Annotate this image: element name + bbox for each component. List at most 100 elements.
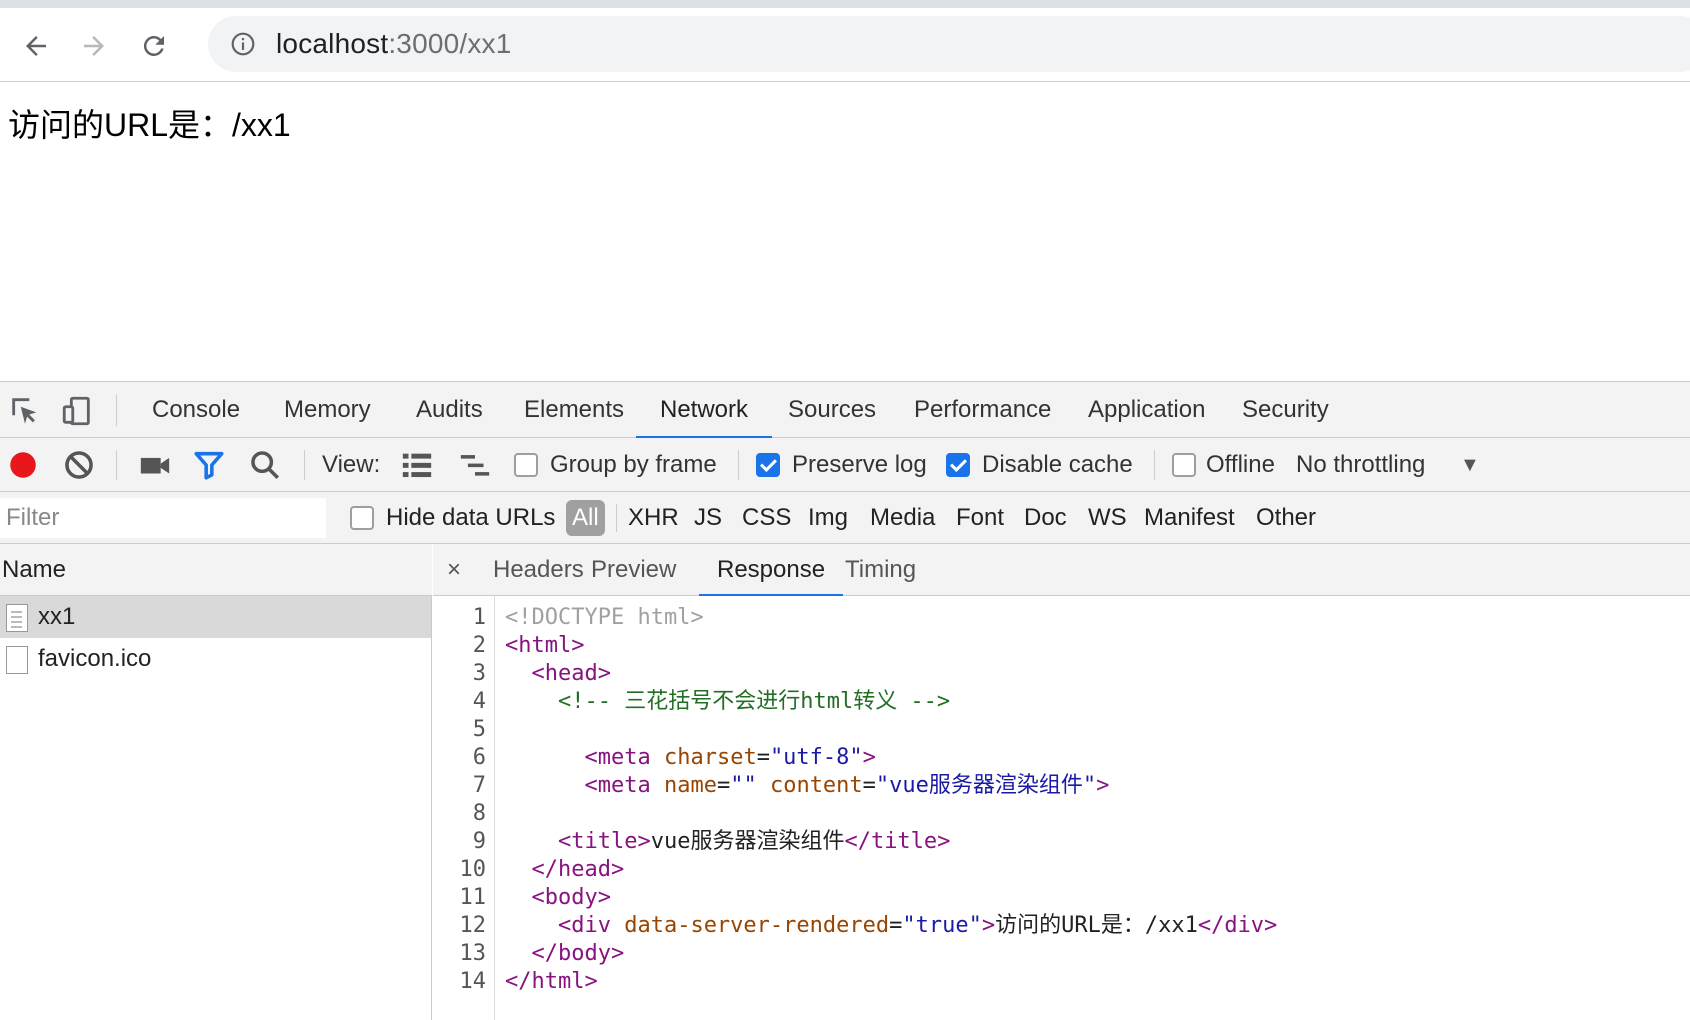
tab-memory[interactable]: Memory — [260, 382, 395, 438]
code-token: <html> — [505, 633, 585, 658]
type-filter-img[interactable]: Img — [808, 492, 848, 544]
request-name: favicon.ico — [38, 645, 152, 672]
line-number: 6 — [472, 745, 486, 770]
type-filter-doc[interactable]: Doc — [1024, 492, 1067, 544]
code-token: > — [862, 745, 876, 770]
tab-console[interactable]: Console — [128, 382, 264, 438]
code-token: "utf-8" — [769, 745, 863, 770]
separator — [1154, 450, 1155, 480]
filter-bar: Hide data URLs All XHR JS CSS Img Media Font Do… — [0, 492, 1690, 544]
type-filter-js[interactable]: JS — [694, 492, 722, 544]
chevron-down-icon[interactable]: ▼ — [1460, 438, 1480, 492]
detail-tab-timing[interactable]: Timing — [827, 544, 934, 596]
request-list: Name xx1 favicon.ico — [0, 544, 432, 1020]
reload-icon — [143, 35, 164, 56]
group-by-frame-checkbox[interactable] — [514, 453, 538, 477]
document-icon — [6, 604, 28, 632]
url-text[interactable]: localhost:3000/xx1 — [276, 28, 512, 60]
code-token: </title> — [844, 829, 951, 854]
type-filter-manifest[interactable]: Manifest — [1144, 492, 1235, 544]
request-row[interactable]: xx1 — [0, 596, 431, 638]
throttling-select[interactable]: No throttling — [1296, 438, 1425, 492]
line-number: 5 — [472, 717, 486, 742]
line-number: 13 — [459, 941, 487, 966]
code-token: </body> — [531, 941, 625, 966]
code-token: <title> — [557, 829, 651, 854]
capture-screenshots-icon[interactable] — [138, 448, 172, 482]
address-bar[interactable]: localhost:3000/xx1 — [208, 16, 1690, 72]
tab-network[interactable]: Network — [636, 382, 773, 439]
request-row[interactable]: favicon.ico — [0, 638, 431, 680]
type-filter-font[interactable]: Font — [956, 492, 1004, 544]
filter-icon[interactable] — [192, 448, 226, 482]
code-token: <meta — [584, 773, 664, 798]
code-token: </head> — [531, 857, 625, 882]
info-icon[interactable] — [230, 31, 256, 57]
separator — [116, 394, 117, 426]
back-button[interactable] — [16, 26, 56, 66]
devtools-panel: Console Memory Audits Elements Network Source… — [0, 381, 1690, 1020]
group-by-frame-label[interactable]: Group by frame — [550, 438, 717, 492]
code-line: </body> — [505, 940, 625, 968]
offline-checkbox[interactable] — [1172, 453, 1196, 477]
tab-application[interactable]: Application — [1064, 382, 1229, 438]
type-filter-all[interactable]: All — [566, 500, 605, 536]
tab-sources[interactable]: Sources — [764, 382, 900, 438]
name-column-header[interactable]: Name — [0, 544, 432, 596]
clear-icon[interactable] — [62, 448, 96, 482]
code-token: name — [663, 773, 717, 798]
disable-cache-checkbox[interactable] — [946, 453, 970, 477]
type-filter-media[interactable]: Media — [870, 492, 935, 544]
network-toolbar: View: Group by frame Preserve log Disabl… — [0, 438, 1690, 492]
large-rows-icon[interactable] — [400, 448, 434, 482]
disable-cache-label[interactable]: Disable cache — [982, 438, 1133, 492]
tab-performance[interactable]: Performance — [890, 382, 1075, 438]
close-icon[interactable]: × — [447, 544, 461, 596]
code-line: <html> — [505, 632, 584, 660]
code-token: <!-- 三花括号不会进行html转义 --> — [557, 689, 951, 714]
code-line: <body> — [505, 884, 611, 912]
overview-icon[interactable] — [458, 448, 492, 482]
code-token: <body> — [531, 885, 611, 910]
line-number: 7 — [472, 773, 486, 798]
code-token: "true" — [902, 913, 982, 938]
preserve-log-label[interactable]: Preserve log — [792, 438, 927, 492]
hide-data-urls-checkbox[interactable] — [350, 506, 374, 530]
type-filter-ws[interactable]: WS — [1088, 492, 1127, 544]
type-filter-css[interactable]: CSS — [742, 492, 791, 544]
detail-tab-preview[interactable]: Preview — [573, 544, 694, 596]
search-icon[interactable] — [248, 448, 282, 482]
code-token: </html> — [505, 969, 598, 994]
code-token: = — [862, 773, 876, 798]
tab-security[interactable]: Security — [1218, 382, 1353, 438]
device-toolbar-icon[interactable] — [60, 394, 94, 428]
hide-data-urls-label[interactable]: Hide data URLs — [386, 492, 555, 544]
reload-button[interactable] — [134, 26, 174, 66]
code-line: <meta name="" content="vue服务器渲染组件"> — [505, 772, 1109, 800]
tab-audits[interactable]: Audits — [392, 382, 507, 438]
offline-label[interactable]: Offline — [1206, 438, 1275, 492]
record-icon[interactable] — [6, 448, 40, 482]
forward-button[interactable] — [74, 26, 114, 66]
arrow-right-icon — [84, 36, 104, 56]
code-token: = — [716, 773, 731, 798]
separator — [616, 504, 617, 532]
type-filter-xhr[interactable]: XHR — [628, 492, 679, 544]
inspect-element-icon[interactable] — [8, 394, 42, 428]
response-viewer[interactable]: 1 2 3 4 5 6 7 8 9 10 11 12 13 14 <!DOCTYPE html> <html… — [433, 596, 1690, 1020]
line-number: 12 — [459, 913, 487, 938]
line-number-gutter: 1 2 3 4 5 6 7 8 9 10 11 12 13 14 — [433, 596, 495, 1020]
detail-tab-response[interactable]: Response — [699, 544, 844, 597]
type-filter-other[interactable]: Other — [1256, 492, 1316, 544]
preserve-log-checkbox[interactable] — [756, 453, 780, 477]
code-token: vue服务器渲染组件 — [650, 829, 845, 854]
tab-elements[interactable]: Elements — [500, 382, 648, 438]
page-content-text: 访问的URL是：/xx1 — [8, 107, 291, 143]
filter-input[interactable] — [0, 498, 326, 538]
code-line: <meta charset="utf-8"> — [505, 744, 876, 772]
